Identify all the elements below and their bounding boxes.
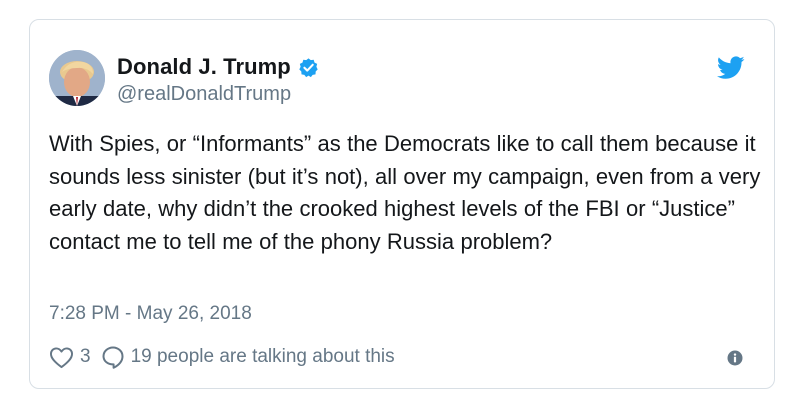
reply-conversation-link[interactable]: 19 people are talking about this [101, 345, 395, 369]
twitter-bird-icon[interactable] [716, 56, 745, 80]
engagement-bar: 3 19 people are talking about this [49, 344, 395, 370]
tweet-text: With Spies, or “Informants” as the Democ… [49, 131, 761, 254]
speech-bubble-icon [101, 345, 125, 369]
author-name-row: Donald J. Trump [117, 53, 319, 81]
avatar[interactable] [49, 50, 105, 106]
avatar-photo [49, 50, 105, 106]
author-name[interactable]: Donald J. Trump [117, 54, 291, 80]
talking-about-text: 19 people are talking about this [130, 346, 395, 367]
heart-icon [49, 346, 74, 369]
tweet-card: Donald J. Trump @realDonaldTrump With Sp… [29, 19, 775, 389]
tweet-timestamp[interactable]: 7:28 PM - May 26, 2018 [49, 303, 252, 325]
info-icon[interactable] [727, 350, 743, 366]
verified-badge-icon [298, 57, 319, 78]
like-button[interactable]: 3 [49, 346, 101, 369]
author-handle[interactable]: @realDonaldTrump [117, 83, 319, 106]
like-count: 3 [80, 346, 91, 367]
author-block: Donald J. Trump @realDonaldTrump [117, 53, 319, 106]
